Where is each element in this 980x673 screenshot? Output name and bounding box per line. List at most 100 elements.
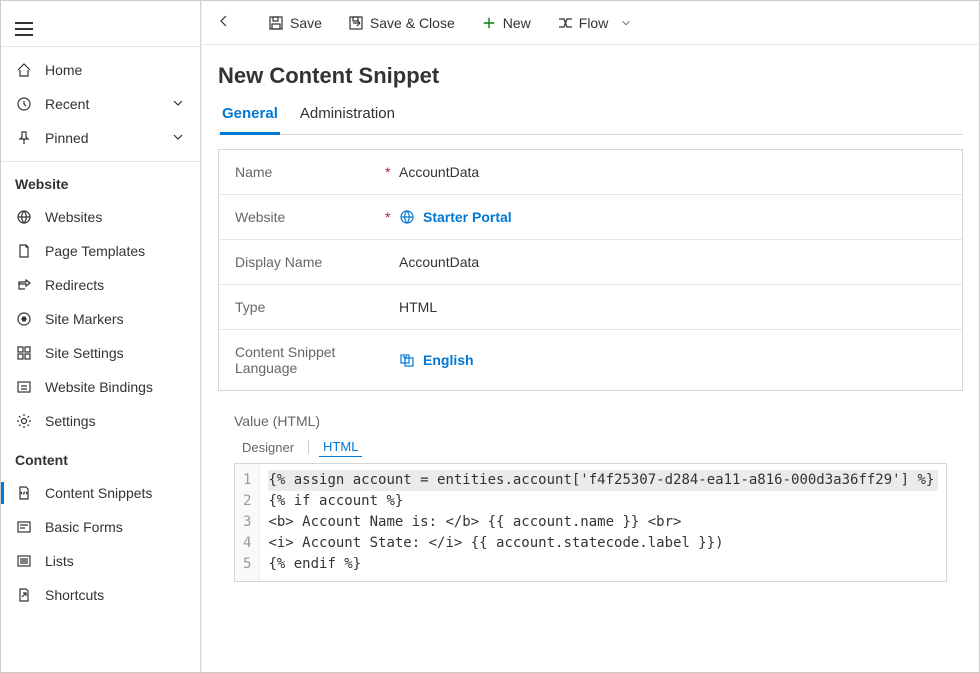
field-content-snippet-language[interactable]: Content Snippet Language English [219, 330, 962, 390]
nav-pinned[interactable]: Pinned [1, 121, 200, 155]
editor-tab-html[interactable]: HTML [319, 437, 362, 457]
settings-grid-icon [15, 344, 33, 362]
sidebar-item-label: Content Snippets [45, 485, 186, 501]
snippet-icon [15, 484, 33, 502]
save-button[interactable]: Save [264, 11, 326, 35]
pin-icon [15, 129, 33, 147]
clock-icon [15, 95, 33, 113]
sidebar-item-basic-forms[interactable]: Basic Forms [1, 510, 200, 544]
section-header: Content [1, 438, 200, 476]
field-type[interactable]: Type HTML [219, 285, 962, 330]
chevron-down-icon [618, 15, 634, 31]
bindings-icon [15, 378, 33, 396]
code-editor[interactable]: 12345 {% assign account = entities.accou… [234, 463, 947, 582]
sidebar-item-websites[interactable]: Websites [1, 200, 200, 234]
editor-tabs: Designer HTML [234, 433, 947, 463]
flow-label: Flow [579, 15, 609, 31]
home-icon [15, 61, 33, 79]
nav-label: Recent [45, 96, 160, 112]
separator [308, 440, 309, 454]
field-label: Name [235, 164, 385, 180]
sidebar-item-label: Website Bindings [45, 379, 186, 395]
nav-label: Home [45, 62, 186, 78]
sidebar-item-website-bindings[interactable]: Website Bindings [1, 370, 200, 404]
hamburger-menu-button[interactable] [15, 22, 33, 36]
sidebar-item-label: Site Settings [45, 345, 186, 361]
required-indicator: * [385, 164, 399, 180]
save-close-icon [348, 15, 364, 31]
sidebar-item-redirects[interactable]: Redirects [1, 268, 200, 302]
page-tabs: General Administration [218, 99, 963, 135]
sidebar-item-label: Settings [45, 413, 186, 429]
code-line[interactable]: {% assign account = entities.account['f4… [268, 470, 938, 491]
tab-administration[interactable]: Administration [298, 99, 397, 134]
form-section: Name * AccountDataWebsite * Starter Port… [218, 149, 963, 391]
chevron-down-icon [172, 97, 186, 111]
field-label: Website [235, 209, 385, 225]
sidebar: Home Recent Pinned Website Websites Page… [1, 1, 201, 672]
save-icon [268, 15, 284, 31]
line-gutter: 12345 [235, 464, 260, 581]
plus-icon [481, 15, 497, 31]
value-label: Value (HTML) [234, 413, 947, 433]
shortcut-icon [15, 586, 33, 604]
field-display-name[interactable]: Display Name AccountData [219, 240, 962, 285]
code-line[interactable]: <i> Account State: </i> {{ account.state… [268, 533, 938, 554]
main-area: Save Save & Close New Flow [201, 1, 979, 672]
code-line[interactable]: {% if account %} [268, 491, 938, 512]
redirect-icon [15, 276, 33, 294]
code-line[interactable]: {% endif %} [268, 554, 938, 575]
sidebar-item-page-templates[interactable]: Page Templates [1, 234, 200, 268]
save-close-label: Save & Close [370, 15, 455, 31]
flow-icon [557, 15, 573, 31]
page-icon [15, 242, 33, 260]
page-title: New Content Snippet [218, 55, 963, 99]
sidebar-item-label: Redirects [45, 277, 186, 293]
field-label: Type [235, 299, 385, 315]
sidebar-item-site-settings[interactable]: Site Settings [1, 336, 200, 370]
sidebar-item-label: Shortcuts [45, 587, 186, 603]
form-icon [15, 518, 33, 536]
back-button[interactable] [216, 13, 236, 33]
required-indicator: * [385, 209, 399, 225]
save-label: Save [290, 15, 322, 31]
field-name[interactable]: Name * AccountData [219, 150, 962, 195]
sidebar-item-lists[interactable]: Lists [1, 544, 200, 578]
tab-general[interactable]: General [220, 99, 280, 135]
sidebar-item-site-markers[interactable]: Site Markers [1, 302, 200, 336]
code-line[interactable]: <b> Account Name is: </b> {{ account.nam… [268, 512, 938, 533]
nav-label: Pinned [45, 130, 160, 146]
section-header: Website [1, 162, 200, 200]
sidebar-item-label: Websites [45, 209, 186, 225]
marker-icon [15, 310, 33, 328]
field-label: Content Snippet Language [235, 344, 385, 376]
field-value[interactable]: AccountData [399, 164, 946, 180]
code-body[interactable]: {% assign account = entities.account['f4… [260, 464, 946, 581]
new-label: New [503, 15, 531, 31]
field-value[interactable]: Starter Portal [399, 209, 946, 225]
globe-icon [15, 208, 33, 226]
field-label: Display Name [235, 254, 385, 270]
chevron-down-icon [172, 131, 186, 145]
sidebar-item-content-snippets[interactable]: Content Snippets [1, 476, 200, 510]
field-website[interactable]: Website * Starter Portal [219, 195, 962, 240]
editor-tab-designer[interactable]: Designer [238, 438, 298, 457]
save-close-button[interactable]: Save & Close [344, 11, 459, 35]
field-value[interactable]: HTML [399, 299, 946, 315]
flow-button[interactable]: Flow [553, 11, 639, 35]
command-bar: Save Save & Close New Flow [202, 1, 979, 45]
sidebar-item-label: Lists [45, 553, 186, 569]
sidebar-item-label: Basic Forms [45, 519, 186, 535]
field-value[interactable]: AccountData [399, 254, 946, 270]
lang-icon [399, 352, 415, 368]
value-section: Value (HTML) Designer HTML 12345 {% assig… [218, 413, 963, 582]
new-button[interactable]: New [477, 11, 535, 35]
field-value[interactable]: English [399, 352, 946, 368]
list-icon [15, 552, 33, 570]
sidebar-item-shortcuts[interactable]: Shortcuts [1, 578, 200, 612]
nav-home[interactable]: Home [1, 53, 200, 87]
gear-icon [15, 412, 33, 430]
sidebar-item-settings[interactable]: Settings [1, 404, 200, 438]
globe-icon [399, 209, 415, 225]
nav-recent[interactable]: Recent [1, 87, 200, 121]
